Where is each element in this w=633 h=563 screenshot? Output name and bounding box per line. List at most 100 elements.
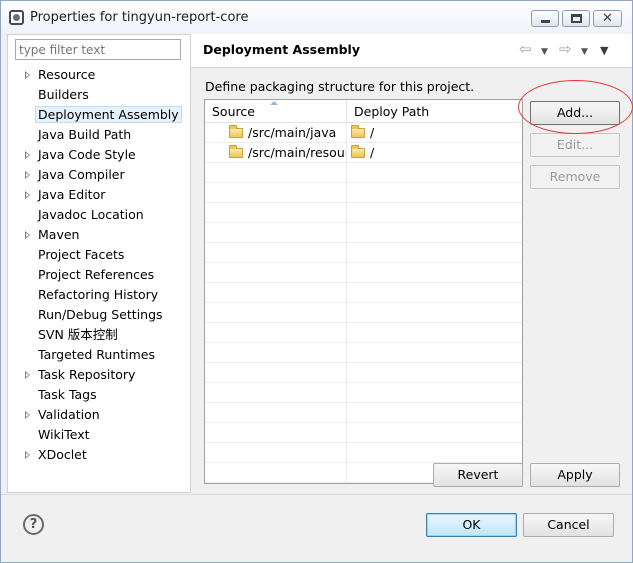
- expand-arrow-icon[interactable]: [25, 171, 30, 179]
- tree-item[interactable]: WikiText: [8, 425, 191, 445]
- expand-arrow-icon[interactable]: [25, 371, 30, 379]
- deploy-path-cell: [347, 163, 522, 183]
- page-header: Deployment Assembly ⇦ ▼ ⇨ ▼ ▼: [191, 34, 632, 68]
- tree-item-label: Deployment Assembly: [35, 106, 182, 123]
- tree-item-label: Refactoring History: [38, 287, 159, 302]
- tree-item-label: Java Editor: [38, 187, 106, 202]
- table-row[interactable]: [205, 443, 522, 463]
- table-row[interactable]: [205, 423, 522, 443]
- tree-item[interactable]: Targeted Runtimes: [8, 345, 191, 365]
- source-cell: [205, 203, 347, 223]
- expand-arrow-icon[interactable]: [25, 451, 30, 459]
- table-row[interactable]: [205, 363, 522, 383]
- tree-item[interactable]: Project Facets: [8, 245, 191, 265]
- deploy-path-cell: [347, 403, 522, 423]
- title-bar[interactable]: Properties for tingyun-report-core ✕: [1, 1, 632, 34]
- expand-arrow-icon[interactable]: [25, 71, 30, 79]
- maximize-icon: [571, 14, 582, 23]
- tree-item[interactable]: Java Editor: [8, 185, 191, 205]
- table-row[interactable]: [205, 223, 522, 243]
- tree-item[interactable]: Refactoring History: [8, 285, 191, 305]
- cancel-button[interactable]: Cancel: [523, 513, 614, 537]
- minimize-button[interactable]: [531, 10, 559, 27]
- tree-item-label: Resource: [38, 67, 96, 82]
- remove-button[interactable]: Remove: [530, 165, 620, 189]
- table-row[interactable]: /src/main/java /: [205, 123, 522, 143]
- tree-item[interactable]: Resource: [8, 65, 191, 85]
- close-button[interactable]: ✕: [593, 10, 622, 27]
- expand-arrow-icon[interactable]: [25, 411, 30, 419]
- sort-ascending-icon: [270, 101, 278, 105]
- table-row[interactable]: [205, 403, 522, 423]
- expand-arrow-icon[interactable]: [25, 151, 30, 159]
- tree-item[interactable]: Project References: [8, 265, 191, 285]
- folder-icon: [351, 145, 365, 158]
- table-row[interactable]: [205, 283, 522, 303]
- tree-item[interactable]: Builders: [8, 85, 191, 105]
- tree-item[interactable]: Task Tags: [8, 385, 191, 405]
- tree-item[interactable]: XDoclet: [8, 445, 191, 465]
- column-header-source[interactable]: Source: [205, 100, 347, 123]
- back-arrow-icon[interactable]: ⇦: [519, 41, 532, 57]
- table-row[interactable]: [205, 323, 522, 343]
- view-menu-icon[interactable]: ▼: [600, 43, 608, 59]
- tree-item[interactable]: Java Code Style: [8, 145, 191, 165]
- table-row[interactable]: [205, 183, 522, 203]
- table-row[interactable]: [205, 203, 522, 223]
- back-dropdown-icon[interactable]: ▼: [541, 44, 548, 60]
- revert-button[interactable]: Revert: [433, 463, 523, 487]
- source-cell: /src/main/java: [205, 123, 347, 143]
- source-cell: [205, 403, 347, 423]
- ok-button[interactable]: OK: [426, 513, 517, 537]
- window-title: Properties for tingyun-report-core: [30, 10, 249, 25]
- table-row[interactable]: [205, 243, 522, 263]
- assembly-table[interactable]: Source Deploy Path /src/main/java //src/m…: [204, 99, 523, 484]
- tree-item[interactable]: Run/Debug Settings: [8, 305, 191, 325]
- source-cell: [205, 183, 347, 203]
- tree-item[interactable]: SVN 版本控制: [8, 325, 191, 345]
- apply-button[interactable]: Apply: [530, 463, 620, 487]
- column-header-deploy-path[interactable]: Deploy Path: [347, 100, 522, 123]
- tree-item[interactable]: Deployment Assembly: [8, 105, 191, 125]
- deploy-path-cell: [347, 283, 522, 303]
- source-cell: [205, 463, 347, 483]
- table-row[interactable]: /src/main/resources /: [205, 143, 522, 163]
- tree-item-label: WikiText: [38, 427, 90, 442]
- tree-item[interactable]: Task Repository: [8, 365, 191, 385]
- add-button[interactable]: Add...: [530, 101, 620, 125]
- deploy-path-cell: [347, 263, 522, 283]
- tree-item[interactable]: Javadoc Location: [8, 205, 191, 225]
- source-path: /src/main/resources: [248, 145, 346, 160]
- table-row[interactable]: [205, 343, 522, 363]
- table-row[interactable]: [205, 383, 522, 403]
- table-row[interactable]: [205, 303, 522, 323]
- source-cell: [205, 163, 347, 183]
- help-icon[interactable]: ?: [23, 514, 44, 535]
- tree-item-label: Project Facets: [38, 247, 125, 262]
- deploy-path: /: [370, 125, 375, 140]
- expand-arrow-icon[interactable]: [25, 231, 30, 239]
- column-header-label: Source: [212, 104, 255, 119]
- tree-item[interactable]: Validation: [8, 405, 191, 425]
- table-row[interactable]: [205, 163, 522, 183]
- page-title: Deployment Assembly: [203, 42, 360, 57]
- tree-item-label: Maven: [38, 227, 80, 242]
- tree-item-label: Validation: [38, 407, 100, 422]
- tree-item[interactable]: Java Compiler: [8, 165, 191, 185]
- filter-input[interactable]: [15, 39, 181, 60]
- table-row[interactable]: [205, 263, 522, 283]
- folder-icon: [351, 125, 365, 138]
- edit-button[interactable]: Edit...: [530, 133, 620, 157]
- forward-dropdown-icon[interactable]: ▼: [581, 44, 588, 60]
- maximize-button[interactable]: [562, 10, 590, 27]
- expand-arrow-icon[interactable]: [25, 191, 30, 199]
- tree-item-label: Java Build Path: [38, 127, 132, 142]
- forward-arrow-icon[interactable]: ⇨: [559, 41, 572, 57]
- tree-item-label: Builders: [38, 87, 89, 102]
- source-cell: [205, 243, 347, 263]
- tree-item[interactable]: Maven: [8, 225, 191, 245]
- deploy-path-cell: [347, 223, 522, 243]
- tree-item[interactable]: Java Build Path: [8, 125, 191, 145]
- deploy-path-cell: [347, 243, 522, 263]
- deploy-path-cell: [347, 363, 522, 383]
